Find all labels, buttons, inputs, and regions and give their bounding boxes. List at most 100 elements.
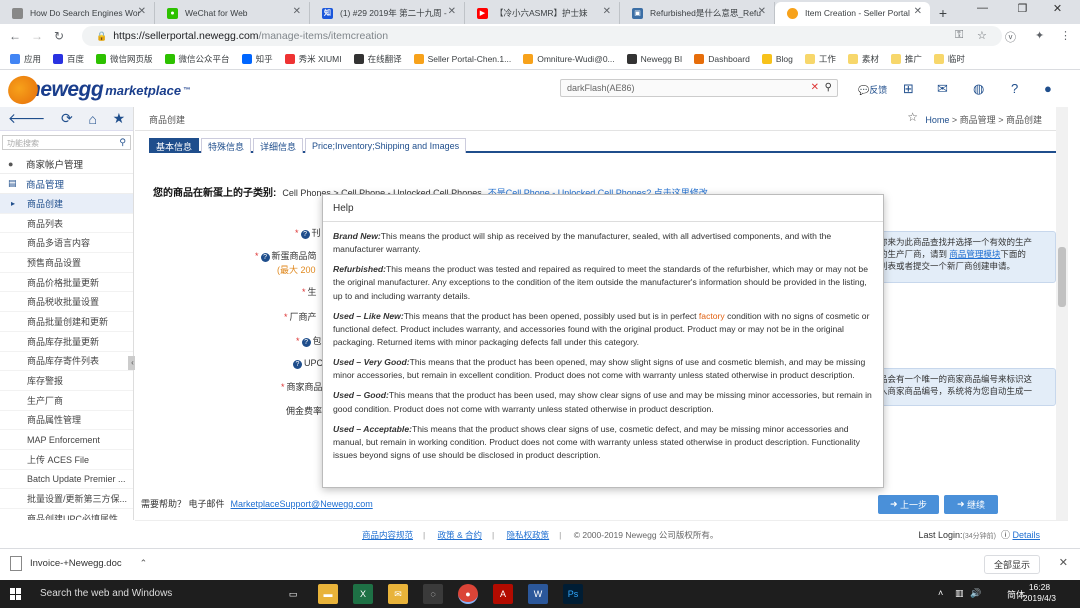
- close-icon[interactable]: ✕: [758, 6, 766, 17]
- bookmark-item[interactable]: 在线翻译: [353, 53, 402, 65]
- sidebar-group-account[interactable]: ● 商家帐户管理: [0, 154, 133, 174]
- bookmark-item[interactable]: 素材: [847, 53, 879, 65]
- sidebar-item[interactable]: 库存警报: [0, 371, 133, 391]
- bookmark-item[interactable]: 百度: [53, 53, 84, 65]
- clear-icon[interactable]: ✕: [811, 82, 819, 93]
- key-icon[interactable]: ⚿: [955, 29, 963, 42]
- address-bar[interactable]: 🔒 https://sellerportal.newegg.com/manage…: [82, 26, 1002, 46]
- bookmark-item[interactable]: 知乎: [241, 53, 273, 65]
- globe-icon[interactable]: ◍: [973, 81, 984, 97]
- browser-tab-1[interactable]: How Do Search Engines Wor ✕: [0, 2, 155, 24]
- search-icon[interactable]: ⚲: [825, 82, 832, 93]
- browser-tab-5[interactable]: ▣ Refurbished是什么意思_Refu ✕: [620, 2, 775, 24]
- new-tab-button[interactable]: +: [930, 2, 956, 24]
- extension-icon[interactable]: ⓥ: [1005, 29, 1016, 45]
- item-management-link[interactable]: 商品管理模块: [949, 249, 1000, 259]
- mail-icon[interactable]: ✉: [937, 81, 948, 97]
- close-icon[interactable]: ✕: [138, 6, 146, 17]
- word-icon[interactable]: W: [528, 584, 548, 604]
- task-view-icon[interactable]: ▭: [283, 584, 303, 604]
- close-icon[interactable]: ✕: [1059, 556, 1068, 569]
- bookmark-item[interactable]: Blog: [761, 53, 793, 64]
- taskbar-clock[interactable]: 16:28 2019/4/3: [1023, 582, 1056, 604]
- bookmark-item[interactable]: 工作: [804, 53, 836, 65]
- browser-tab-4[interactable]: ▶ 【冷小六ASMR】护士妹 ✕: [465, 2, 620, 24]
- help-circle-icon[interactable]: ?: [260, 253, 270, 262]
- sidebar-search-input[interactable]: 功能搜索 ⚲: [2, 135, 131, 150]
- sidebar-item[interactable]: 批量设置/更新第三方保...: [0, 489, 133, 509]
- back-arrow-icon[interactable]: 🡐: [8, 110, 46, 127]
- favorite-page-icon[interactable]: ☆: [907, 110, 918, 124]
- extension-puzzle-icon[interactable]: ✦: [1035, 29, 1044, 42]
- sidebar-item[interactable]: 商品库存寄件列表: [0, 352, 133, 372]
- help-circle-icon[interactable]: ?: [293, 360, 302, 369]
- breadcrumb-mid[interactable]: 商品管理: [960, 115, 996, 125]
- bookmark-item[interactable]: 应用: [10, 53, 41, 65]
- breadcrumb-home[interactable]: Home: [925, 115, 949, 125]
- sitemap-icon[interactable]: ⊞: [903, 81, 914, 97]
- favorite-star-icon[interactable]: ★: [113, 110, 126, 127]
- app-icon[interactable]: ◌: [423, 584, 443, 604]
- browser-tab-3[interactable]: 知 (1) #29 2019年 第二十九周 - ✕: [310, 2, 465, 24]
- bookmark-item[interactable]: Newegg BI: [626, 53, 682, 64]
- feedback-link[interactable]: 💬反馈: [858, 83, 887, 96]
- window-close-icon[interactable]: ✕: [1035, 2, 1080, 15]
- refresh-icon[interactable]: ⟳: [61, 110, 73, 127]
- footer-link-policy[interactable]: 政策 & 合约: [438, 530, 482, 540]
- close-icon[interactable]: ✕: [603, 6, 611, 17]
- browser-tab-6[interactable]: Item Creation - Seller Portal ✕: [775, 2, 930, 24]
- bookmark-star-icon[interactable]: ☆: [977, 29, 987, 42]
- scrollbar-thumb[interactable]: [1058, 247, 1066, 307]
- sidebar-item[interactable]: 预售商品设置: [0, 253, 133, 273]
- taskbar-search[interactable]: Search the web and Windows: [40, 588, 172, 599]
- close-icon[interactable]: ✕: [914, 6, 922, 17]
- back-icon[interactable]: ←: [4, 29, 26, 43]
- support-email-link[interactable]: MarketplaceSupport@Newegg.com: [231, 499, 373, 509]
- forward-icon[interactable]: →: [26, 29, 48, 43]
- details-link[interactable]: Details: [1012, 530, 1040, 540]
- close-icon[interactable]: ✕: [448, 6, 456, 17]
- bookmark-item[interactable]: 临时: [933, 53, 965, 65]
- chrome-icon[interactable]: ●: [458, 584, 478, 604]
- sidebar-item[interactable]: 上传 ACES File: [0, 450, 133, 470]
- sidebar-item[interactable]: 商品价格批量更新: [0, 273, 133, 293]
- tab-basic-info[interactable]: 基本信息: [149, 138, 200, 153]
- seller-search-input[interactable]: darkFlash(AE86) ✕ ⚲: [560, 79, 838, 97]
- help-circle-icon[interactable]: ?: [300, 230, 310, 239]
- bookmark-item[interactable]: 微信公众平台: [164, 53, 230, 65]
- tab-special-info[interactable]: 特殊信息: [201, 138, 252, 153]
- sidebar-group-items[interactable]: ▤ 商品管理: [0, 174, 133, 194]
- tab-price-inventory[interactable]: Price;Inventory;Shipping and Images: [305, 138, 467, 153]
- photoshop-icon[interactable]: Ps: [563, 584, 583, 604]
- sidebar-item[interactable]: Batch Update Premier ...: [0, 470, 133, 490]
- bookmark-item[interactable]: 秀米 XIUMI: [284, 53, 342, 65]
- network-icon[interactable]: ▥: [955, 588, 964, 599]
- download-item[interactable]: Invoice-+Newegg.doc ⌃: [10, 556, 147, 571]
- reload-icon[interactable]: ↻: [48, 29, 70, 43]
- footer-link-privacy[interactable]: 隐私权政策: [507, 530, 550, 540]
- sidebar-item[interactable]: MAP Enforcement: [0, 430, 133, 450]
- sidebar-item[interactable]: 商品批量创建和更新: [0, 312, 133, 332]
- volume-icon[interactable]: 🔊: [970, 588, 981, 599]
- sidebar-item[interactable]: 商品库存批量更新: [0, 332, 133, 352]
- bookmark-item[interactable]: 推广: [890, 53, 922, 65]
- bookmark-item[interactable]: Omniture-Wudi@0...: [523, 53, 615, 64]
- sidebar-item[interactable]: 商品属性管理: [0, 411, 133, 431]
- sidebar-item[interactable]: 商品创建: [0, 194, 133, 214]
- minimize-icon[interactable]: —: [960, 2, 1005, 14]
- sidebar-item[interactable]: 商品多语言内容: [0, 233, 133, 254]
- mail-app-icon[interactable]: ✉: [388, 584, 408, 604]
- tab-detail-info[interactable]: 详细信息: [253, 138, 304, 153]
- sidebar-item[interactable]: 商品税收批量设置: [0, 292, 133, 313]
- newegg-logo[interactable]: newegg marketplace ™: [4, 71, 190, 109]
- chevron-up-icon[interactable]: ⌃: [140, 558, 148, 569]
- user-icon[interactable]: ●: [1044, 81, 1052, 96]
- bookmark-item[interactable]: Dashboard: [694, 53, 750, 64]
- page-scrollbar[interactable]: [1056, 107, 1068, 520]
- home-icon[interactable]: ⌂: [88, 111, 96, 127]
- continue-button[interactable]: ➜ 继续: [944, 495, 998, 514]
- help-icon[interactable]: ?: [1011, 81, 1018, 96]
- footer-link-content-spec[interactable]: 商品内容规范: [362, 530, 413, 540]
- bookmark-item[interactable]: 微信网页版: [96, 53, 153, 65]
- close-icon[interactable]: ✕: [293, 6, 301, 17]
